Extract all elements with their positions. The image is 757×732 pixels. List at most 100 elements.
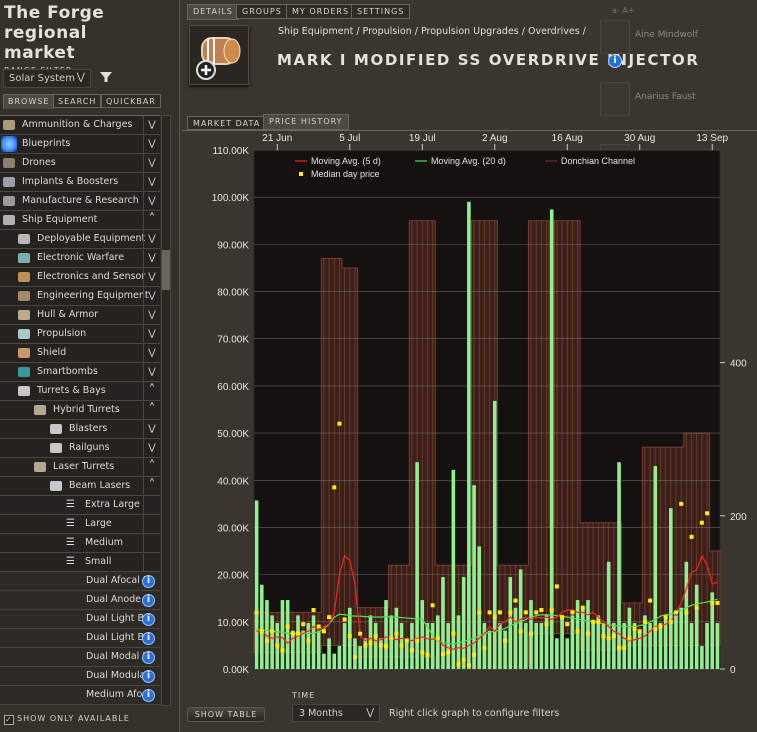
expand-chevron-icon[interactable]: ⋁ [143,344,160,362]
tab-browse[interactable]: BROWSE [3,94,55,109]
tree-item-engineering-equipment[interactable]: Engineering Equipment ⋁ [0,287,160,306]
tree-item-deployable-equipment[interactable]: Deployable Equipment ⋁ [0,230,160,249]
median-point [399,643,404,648]
expand-chevron-icon[interactable]: ⋁ [143,192,160,210]
tab-groups[interactable]: GROUPS [236,4,288,19]
market-item[interactable]: Dual Light Be i [0,629,160,648]
info-icon[interactable]: i [142,575,155,588]
info-icon[interactable]: i [142,670,155,683]
item-icon[interactable] [189,25,249,85]
tree-item-shield[interactable]: Shield ⋁ [0,344,160,363]
tree-item-large[interactable]: ☰ Large [0,515,160,534]
median-point [642,619,647,624]
list-icon: ☰ [66,499,75,510]
expand-chevron-icon[interactable]: ⋁ [143,154,160,172]
expand-chevron-icon[interactable]: ⋁ [143,306,160,324]
time-label: TIME [292,691,316,700]
expand-column [143,515,160,533]
volume-bar [316,630,321,669]
expand-chevron-icon[interactable]: ⋁ [143,287,160,305]
expand-chevron-icon[interactable]: ⋁ [143,116,160,134]
median-point [534,610,539,615]
show-only-available-toggle[interactable]: ✓ SHOW ONLY AVAILABLE [4,714,130,725]
tree-item-smartbombs[interactable]: Smartbombs ⋁ [0,363,160,382]
expand-chevron-icon[interactable]: ⋁ [143,230,160,248]
market-item[interactable]: Dual Afocal Li [0,572,160,591]
tree-item-medium[interactable]: ☰ Medium [0,534,160,553]
info-icon[interactable]: i [142,632,155,645]
tree-item-turrets-bays[interactable]: Turrets & Bays ˄ [0,382,160,401]
expand-chevron-icon[interactable]: ⋁ [143,325,160,343]
x-tick-label: 5 Jul [339,133,360,144]
tree-item-hybrid-turrets[interactable]: Hybrid Turrets ˄ [0,401,160,420]
collapse-chevron-icon[interactable]: ˄ [143,401,160,419]
volume-bar [601,623,606,669]
tree-item-laser-turrets[interactable]: Laser Turrets ˄ [0,458,160,477]
tree-item-ammunition-charges[interactable]: Ammunition & Charges ⋁ [0,116,160,135]
expand-chevron-icon[interactable]: ⋁ [143,173,160,191]
info-icon[interactable]: i [142,689,155,702]
tab-details[interactable]: DETAILS [187,4,239,20]
info-icon[interactable]: i [142,594,155,607]
collapse-chevron-icon[interactable]: ˄ [143,458,160,476]
tree-scrollbar-thumb[interactable] [162,250,170,290]
tree-item-propulsion[interactable]: Propulsion ⋁ [0,325,160,344]
tree-item-railguns[interactable]: Railguns ⋁ [0,439,160,458]
range-filter-select[interactable]: Solar System ⋁ [3,69,91,88]
info-icon[interactable]: i [608,54,622,68]
info-icon[interactable]: i [142,613,155,626]
expand-chevron-icon[interactable]: ⋁ [143,249,160,267]
time-range-select[interactable]: 3 Months ⋁ [292,704,380,722]
info-icon[interactable]: i [142,651,155,664]
tab-price-history[interactable]: PRICE HISTORY [263,114,349,130]
y-tick-label: 0.00K [223,665,249,676]
tab-quickbar[interactable]: QUICKBAR [101,94,161,108]
member-avatar [600,20,630,54]
expand-chevron-icon[interactable]: ⋁ [143,268,160,286]
tree-item-manufacture-research[interactable]: Manufacture & Research ⋁ [0,192,160,211]
expand-chevron-icon[interactable]: ⋁ [143,363,160,381]
breadcrumb[interactable]: Ship Equipment / Propulsion / Propulsion… [278,26,586,37]
checkbox-checked-icon[interactable]: ✓ [4,715,14,725]
tree-item-extra-large[interactable]: ☰ Extra Large [0,496,160,515]
median-point [358,631,363,636]
median-point [487,610,492,615]
market-item[interactable]: Dual Anode Li [0,591,160,610]
median-point [461,657,466,662]
tab-search[interactable]: SEARCH [53,94,102,108]
market-item[interactable]: Dual Light Be i [0,610,160,629]
median-point [622,645,627,650]
median-point [254,610,259,615]
show-table-button[interactable]: SHOW TABLE [187,707,265,722]
tree-item-small[interactable]: ☰ Small [0,553,160,572]
expand-chevron-icon[interactable]: ⋁ [143,439,160,457]
tree-item-beam-lasers[interactable]: Beam Lasers ˄ [0,477,160,496]
tab-market-data[interactable]: MARKET DATA [187,116,267,130]
median-point [301,622,306,627]
expand-chevron-icon[interactable]: ⋁ [143,135,160,153]
collapse-chevron-icon[interactable]: ˄ [143,477,160,495]
tree-item-drones[interactable]: Drones ⋁ [0,154,160,173]
tree-item-blueprints[interactable]: Blueprints ⋁ [0,135,160,154]
expand-chevron-icon[interactable]: ⋁ [143,420,160,438]
tree-item-ship-equipment[interactable]: Ship Equipment ˄ [0,211,160,230]
price-history-chart[interactable]: 0.00K 10.00K 20.00K 30.00K 40.00K 50.00K 60.00… [200,130,757,690]
filter-icon[interactable] [99,70,113,84]
tree-item-implants-boosters[interactable]: Implants & Boosters ⋁ [0,173,160,192]
tab-settings[interactable]: SETTINGS [351,4,411,19]
market-item[interactable]: Medium Afoca i [0,686,160,705]
collapse-chevron-icon[interactable]: ˄ [143,382,160,400]
market-item[interactable]: Dual Modal Li i [0,648,160,667]
tree-scrollbar[interactable] [161,115,171,706]
tree-item-blasters[interactable]: Blasters ⋁ [0,420,160,439]
tree-item-electronic-warfare[interactable]: Electronic Warfare ⋁ [0,249,160,268]
market-item-label: Dual Anode L [86,594,150,605]
median-point [601,633,606,638]
tab-my-orders[interactable]: MY ORDERS [286,4,356,19]
tree-item-electronics-and-sensor[interactable]: Electronics and Sensor ⋁ [0,268,160,287]
market-item[interactable]: Dual Modulate i [0,667,160,686]
font-size-controls[interactable]: a- A+ [612,6,635,15]
y-tick-label: 30.00K [217,523,249,534]
collapse-chevron-icon[interactable]: ˄ [143,211,160,229]
tree-item-hull-armor[interactable]: Hull & Armor ⋁ [0,306,160,325]
